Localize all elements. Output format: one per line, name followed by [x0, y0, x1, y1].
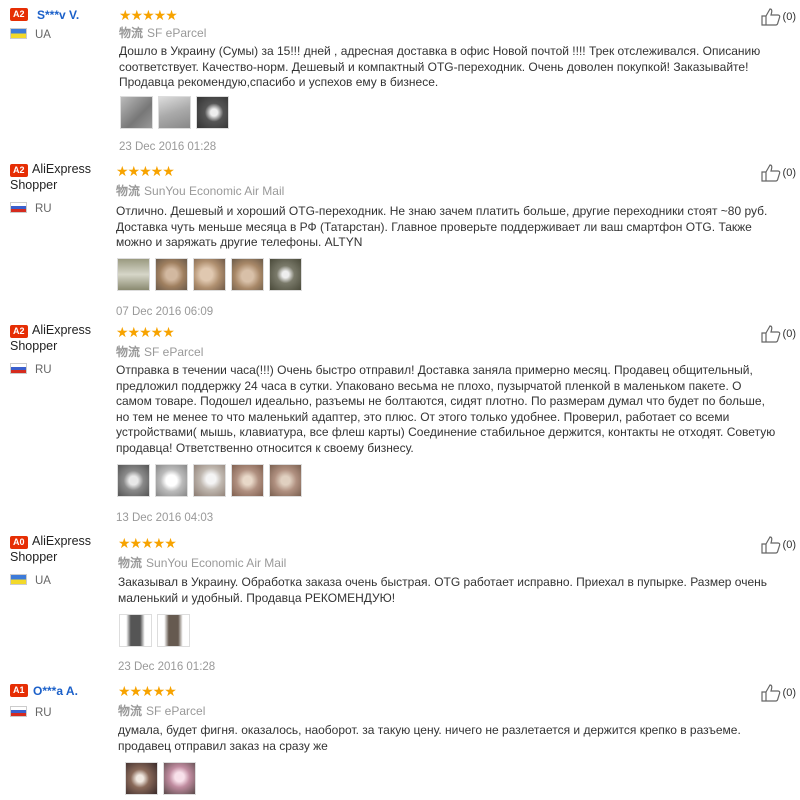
- helpful-count: (0): [782, 687, 796, 699]
- russia-flag-icon: [10, 202, 27, 213]
- reviewer-country: RU: [10, 202, 52, 215]
- rating-stars: ★★★★★: [119, 7, 178, 23]
- reviewer-country: RU: [10, 706, 52, 719]
- rating-stars: ★★★★★: [116, 163, 175, 179]
- review-photo[interactable]: [231, 464, 264, 497]
- review-photo[interactable]: [193, 258, 226, 291]
- review-date: 23 Dec 2016 01:28: [118, 661, 216, 673]
- helpful-count: (0): [782, 328, 796, 340]
- reviewer-country: RU: [10, 363, 52, 376]
- reviewer-name: AliExpress Shopper: [10, 162, 92, 192]
- helpful-button[interactable]: (0): [760, 684, 796, 702]
- thumbs-up-icon: [760, 536, 780, 554]
- reviewer-name: AliExpress Shopper: [10, 323, 92, 353]
- review-photo[interactable]: [269, 258, 302, 291]
- reviewer-name: AliExpress Shopper: [10, 534, 92, 564]
- helpful-button[interactable]: (0): [760, 536, 796, 554]
- review-photo[interactable]: [155, 258, 188, 291]
- review-photo[interactable]: [196, 96, 229, 129]
- review-text: думала, будет фигня. оказалось, наоборот…: [118, 723, 741, 753]
- review-text: Заказывал в Украину. Обработка заказа оч…: [118, 575, 767, 605]
- shipping-method: 物流 SF eParcel: [116, 345, 204, 359]
- helpful-button[interactable]: (0): [760, 164, 796, 182]
- review-date: 07 Dec 2016 06:09: [116, 306, 214, 318]
- helpful-count: (0): [782, 167, 796, 179]
- rating-stars: ★★★★★: [116, 324, 175, 340]
- russia-flag-icon: [10, 363, 27, 374]
- review-text: Дошло в Украину (Сумы) за 15!!! дней , а…: [119, 44, 761, 89]
- review-photos: [120, 96, 229, 129]
- review-photo[interactable]: [269, 464, 302, 497]
- helpful-button[interactable]: (0): [760, 8, 796, 26]
- thumbs-up-icon: [760, 325, 780, 343]
- review-text: Отлично. Дешевый и хороший OTG-переходни…: [116, 204, 768, 249]
- russia-flag-icon: [10, 706, 27, 717]
- review-photo[interactable]: [117, 258, 150, 291]
- rating-stars: ★★★★★: [118, 683, 177, 699]
- reviewer-country: UA: [10, 574, 51, 587]
- review-photo[interactable]: [158, 96, 191, 129]
- rating-stars: ★★★★★: [118, 535, 177, 551]
- review-photos: [117, 464, 302, 497]
- review-photo[interactable]: [193, 464, 226, 497]
- review-photo[interactable]: [231, 258, 264, 291]
- helpful-count: (0): [782, 539, 796, 551]
- review-photo[interactable]: [120, 96, 153, 129]
- ukraine-flag-icon: [10, 574, 27, 585]
- thumbs-up-icon: [760, 8, 780, 26]
- shipping-method: 物流 SunYou Economic Air Mail: [118, 556, 287, 570]
- shipping-method: 物流 SF eParcel: [119, 26, 207, 40]
- thumbs-up-icon: [760, 684, 780, 702]
- review-photos: [125, 762, 196, 795]
- review-text: Отправка в течении часа(!!!) Очень быстр…: [116, 363, 776, 455]
- review-photo[interactable]: [157, 614, 190, 647]
- level-badge: A2: [10, 8, 28, 21]
- thumbs-up-icon: [760, 164, 780, 182]
- shipping-method: 物流 SF eParcel: [118, 704, 206, 718]
- review-photo[interactable]: [155, 464, 188, 497]
- review-photo[interactable]: [117, 464, 150, 497]
- review-photo[interactable]: [125, 762, 158, 795]
- shipping-method: 物流 SunYou Economic Air Mail: [116, 184, 285, 198]
- review-photos: [119, 614, 190, 647]
- helpful-count: (0): [782, 11, 796, 23]
- level-badge: A1: [10, 684, 28, 697]
- review-date: 23 Dec 2016 01:28: [119, 141, 217, 153]
- review-photo[interactable]: [119, 614, 152, 647]
- review-photo[interactable]: [163, 762, 196, 795]
- helpful-button[interactable]: (0): [760, 325, 796, 343]
- review-date: 13 Dec 2016 04:03: [116, 512, 214, 524]
- review-photos: [117, 258, 302, 291]
- ukraine-flag-icon: [10, 28, 27, 39]
- reviewer-country: UA: [10, 28, 51, 41]
